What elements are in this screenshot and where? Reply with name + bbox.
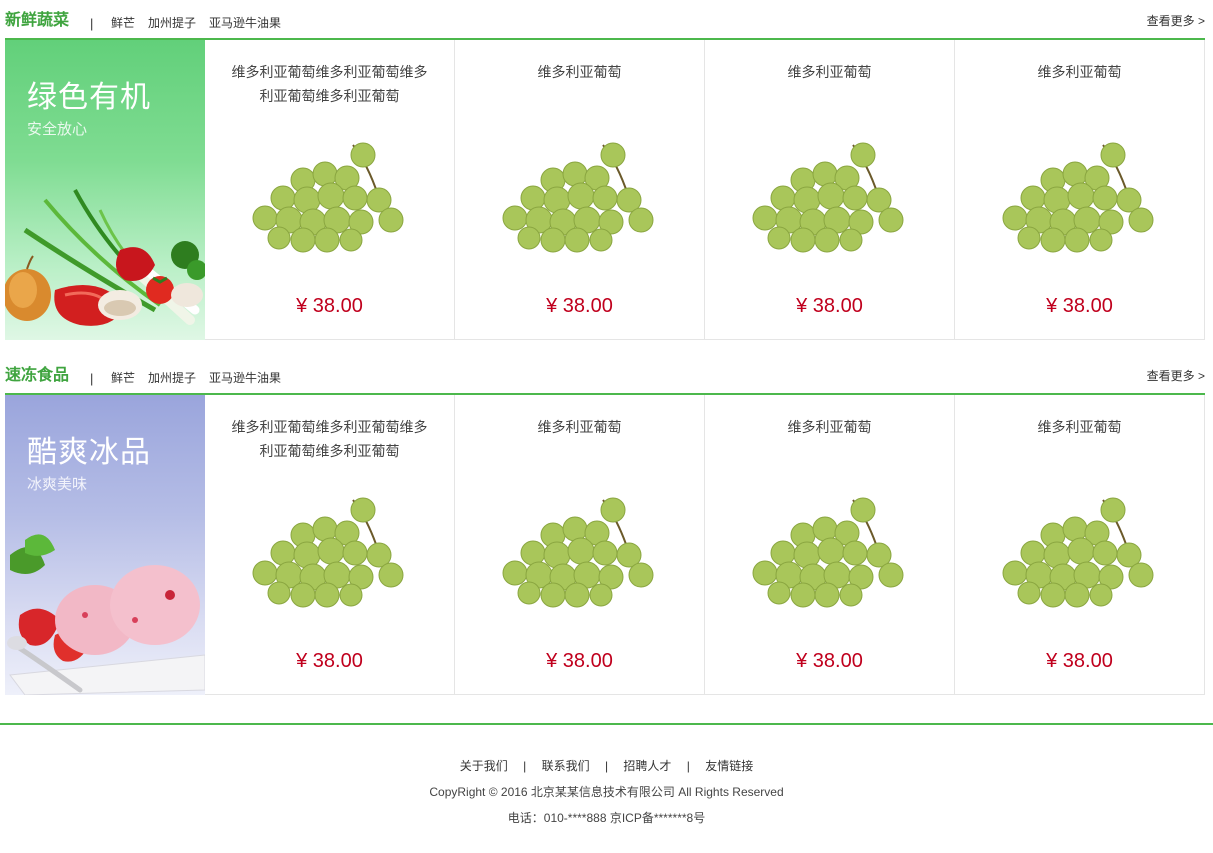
product-price: ¥ 38.00: [546, 650, 613, 672]
banner-subtitle: 冰爽美味: [27, 476, 88, 493]
footer-link-about[interactable]: 关于我们: [460, 759, 508, 773]
grapes-image: [752, 142, 904, 253]
grapes-image: [752, 497, 904, 608]
footer-separator: |: [686, 759, 690, 773]
footer-separator: |: [523, 759, 527, 773]
product-name: 维多利亚葡萄: [787, 64, 872, 80]
section-frozen-food: 速冻食品 | 鲜芒 加州提子 亚马逊牛油果 查看更多 > 酷爽冰品 冰爽美味 维…: [5, 365, 1205, 695]
tag-link[interactable]: 加州提子: [148, 14, 196, 31]
ice-cream-image: [7, 534, 205, 695]
product-price: ¥ 38.00: [796, 295, 863, 317]
product-price: ¥ 38.00: [1046, 650, 1113, 672]
product-card[interactable]: 维多利亚葡萄 ¥ 38.00: [705, 40, 955, 340]
product-name: 维多利亚葡萄: [537, 64, 622, 80]
product-card[interactable]: 维多利亚葡萄 ¥ 38.00: [705, 395, 955, 695]
section-title: 新鲜蔬菜: [5, 12, 70, 29]
section-title: 速冻食品: [5, 367, 70, 384]
grapes-image: [502, 142, 654, 253]
product-price: ¥ 38.00: [546, 295, 613, 317]
banner-title: 绿色有机: [27, 81, 151, 114]
category-banner[interactable]: 绿色有机 安全放心: [5, 40, 205, 340]
tag-link[interactable]: 鲜芒: [111, 369, 135, 386]
section-tags: 鲜芒 加州提子 亚马逊牛油果: [111, 14, 281, 31]
footer-copyright: CopyRight © 2016 北京某某信息技术有限公司 All Rights…: [429, 785, 784, 799]
view-more-link[interactable]: 查看更多 >: [1147, 367, 1205, 384]
view-more-link[interactable]: 查看更多 >: [1147, 12, 1205, 29]
section-header: 新鲜蔬菜 | 鲜芒 加州提子 亚马逊牛油果 查看更多 >: [5, 10, 1205, 40]
category-banner[interactable]: 酷爽冰品 冰爽美味: [5, 395, 205, 695]
product-card[interactable]: 维多利亚葡萄 ¥ 38.00: [955, 395, 1205, 695]
banner-title: 酷爽冰品: [27, 436, 151, 469]
product-price: ¥ 38.00: [1046, 295, 1113, 317]
product-name: 维多利亚葡萄: [787, 419, 872, 435]
footer-link-friends[interactable]: 友情链接: [705, 759, 753, 773]
product-name: 维多利亚葡萄: [1037, 64, 1122, 80]
product-card[interactable]: 维多利亚葡萄维多利亚葡萄维多利亚葡萄维多利亚葡萄 ¥ 38.00: [205, 40, 455, 340]
grapes-image: [1002, 142, 1154, 253]
product-card[interactable]: 维多利亚葡萄维多利亚葡萄维多利亚葡萄维多利亚葡萄 ¥ 38.00: [205, 395, 455, 695]
grapes-image: [252, 142, 404, 253]
product-name: 维多利亚葡萄维多利亚葡萄维多利亚葡萄维多利亚葡萄: [231, 64, 428, 104]
footer-phone: 电话：010-****888 京ICP备*******8号: [507, 811, 706, 825]
banner-subtitle: 安全放心: [27, 121, 88, 138]
footer-link-careers[interactable]: 招聘人才: [623, 759, 671, 773]
section-body: 绿色有机 安全放心 维多利亚葡萄维多利亚葡萄维多利亚葡萄维多利亚葡萄 ¥ 38.…: [5, 40, 1205, 340]
product-name: 维多利亚葡萄: [537, 419, 622, 435]
footer-separator: |: [604, 759, 609, 773]
tag-link[interactable]: 亚马逊牛油果: [209, 14, 281, 31]
product-name: 维多利亚葡萄维多利亚葡萄维多利亚葡萄维多利亚葡萄: [231, 419, 428, 459]
vegetables-image: [5, 189, 205, 326]
grapes-image: [1002, 497, 1154, 608]
product-price: ¥ 38.00: [296, 650, 363, 672]
product-card[interactable]: 维多利亚葡萄 ¥ 38.00: [955, 40, 1205, 340]
grapes-image: [502, 497, 654, 608]
footer-link-contact[interactable]: 联系我们: [542, 759, 590, 773]
tag-link[interactable]: 加州提子: [148, 369, 196, 386]
tag-link[interactable]: 亚马逊牛油果: [209, 369, 281, 386]
grapes-image: [252, 497, 404, 608]
tag-link[interactable]: 鲜芒: [111, 14, 135, 31]
section-header: 速冻食品 | 鲜芒 加州提子 亚马逊牛油果 查看更多 >: [5, 365, 1205, 395]
product-price: ¥ 38.00: [796, 650, 863, 672]
section-separator: |: [90, 16, 94, 31]
section-separator: |: [90, 371, 94, 386]
product-price: ¥ 38.00: [296, 295, 363, 317]
footer-links: 关于我们 | 联系我们 | 招聘人才 | 友情链接: [0, 757, 1213, 774]
product-card[interactable]: 维多利亚葡萄 ¥ 38.00: [455, 395, 705, 695]
section-fresh-vegetables: 新鲜蔬菜 | 鲜芒 加州提子 亚马逊牛油果 查看更多 > 绿色有机 安全放心 维…: [5, 10, 1205, 340]
section-tags: 鲜芒 加州提子 亚马逊牛油果: [111, 369, 281, 386]
section-body: 酷爽冰品 冰爽美味 维多利亚葡萄维多利亚葡萄维多利亚葡萄维多利亚葡萄 ¥ 38.…: [5, 395, 1205, 695]
product-card[interactable]: 维多利亚葡萄 ¥ 38.00: [455, 40, 705, 340]
product-name: 维多利亚葡萄: [1037, 419, 1122, 435]
footer-divider: [0, 723, 1213, 725]
